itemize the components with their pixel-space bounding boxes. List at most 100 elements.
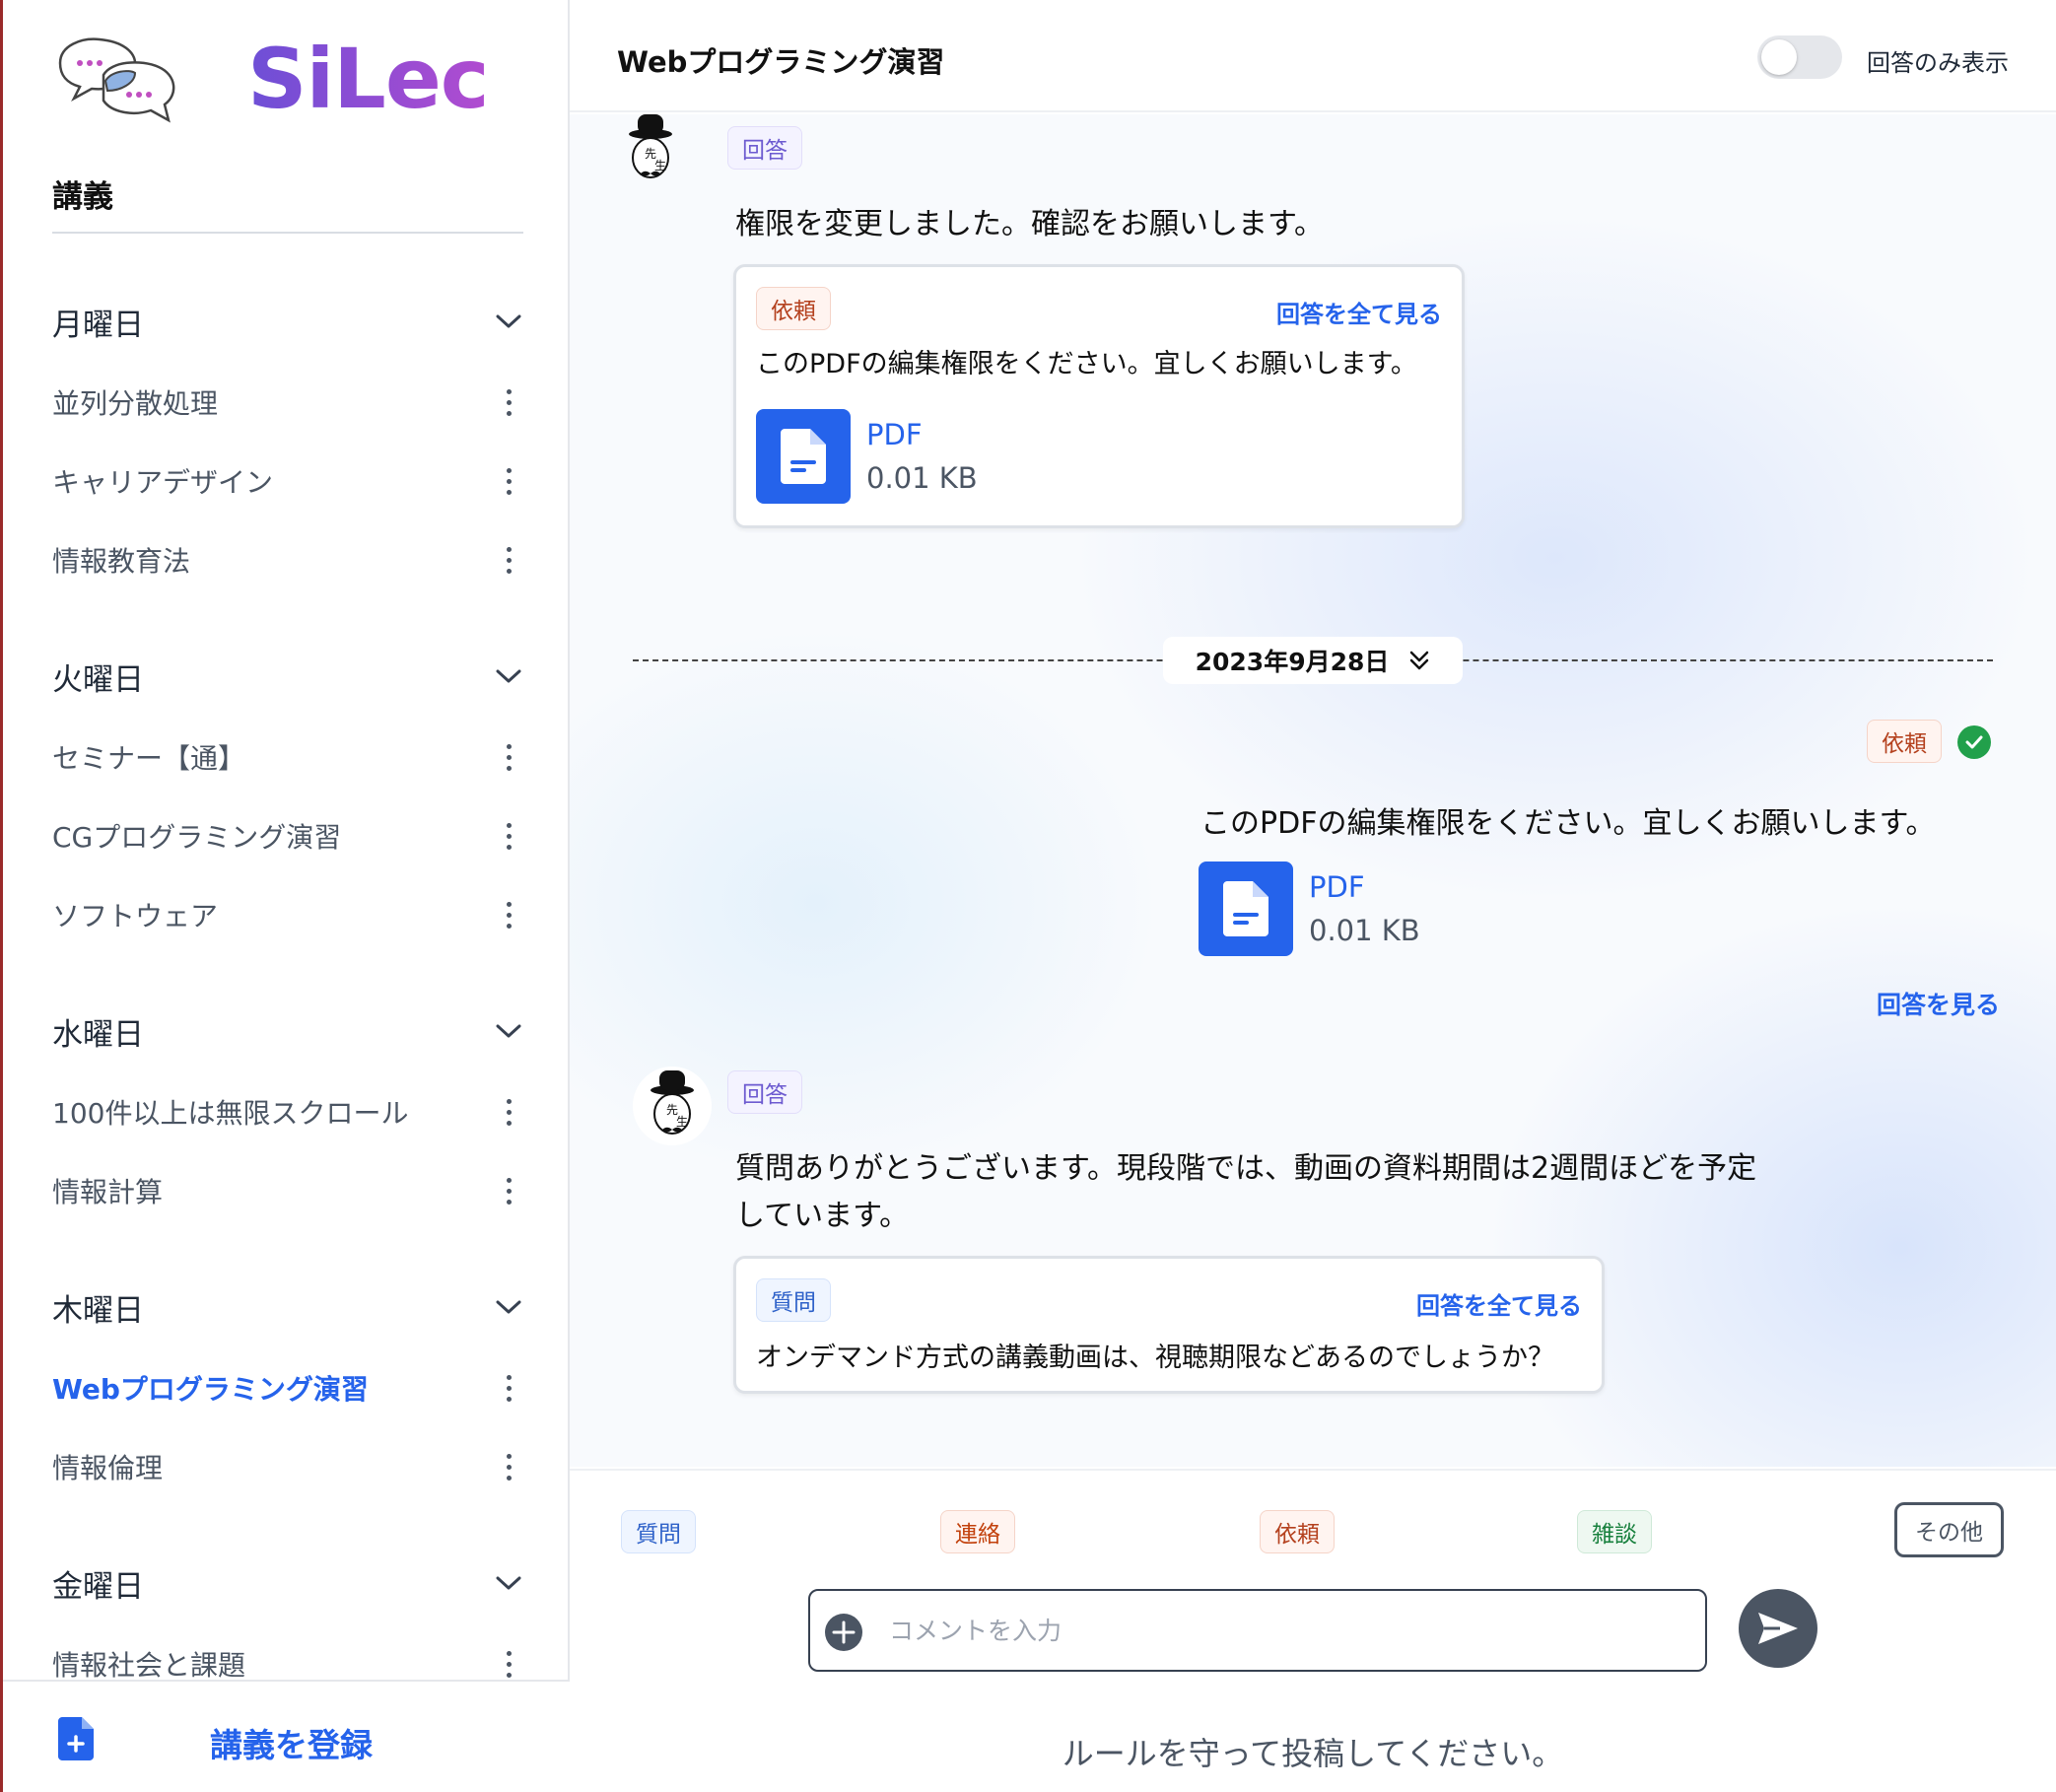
quoted-text: このPDFの編集権限をください。宜しくお願いします。 [756,349,1417,379]
kebab-menu-icon[interactable] [494,1447,523,1486]
course-item[interactable]: 情報教育法 [52,530,523,589]
kebab-menu-icon[interactable] [494,1092,523,1132]
course-label: 並列分散処理 [52,387,219,420]
app-root: SiLec 講義 月曜日 並列分散処理 キャリアデザイン 情報教育法 火曜日 セ… [0,0,2056,1792]
document-icon [756,409,851,504]
see-answers-link[interactable]: 回答を見る [1877,986,2000,1021]
day-header-tuesday[interactable]: 火曜日 [52,647,523,706]
course-label: CGプログラミング演習 [52,821,342,854]
quoted-text: オンデマンド方式の講義動画は、視聴期限などあるのでしょうか？ [756,1343,1554,1373]
kebab-menu-icon[interactable] [494,816,523,856]
course-item[interactable]: 100件以上は無限スクロール [52,1082,523,1141]
day-label: 水曜日 [52,1016,144,1053]
kebab-menu-icon[interactable] [494,895,523,934]
check-circle-icon [1957,725,1991,759]
chevron-down-icon[interactable] [494,1016,523,1046]
file-meta: PDF 0.01 KB [866,418,978,495]
course-label: 情報倫理 [52,1452,164,1484]
file-size: 0.01 KB [866,461,978,495]
course-label: 100件以上は無限スクロール [52,1097,409,1130]
section-title: 講義 [52,179,113,215]
day-header-monday[interactable]: 月曜日 [52,292,523,351]
plus-circle-icon[interactable] [824,1613,863,1652]
day-label: 木曜日 [52,1292,144,1329]
chevron-down-icon[interactable] [494,661,523,691]
course-item[interactable]: キャリアデザイン [52,451,523,511]
message-text: このPDFの編集権限をください。宜しくお願いします。 [1200,806,1936,841]
page-title: Webプログラミング演習 [617,45,945,79]
course-item[interactable]: ソフトウェア [52,885,523,944]
file-attachment[interactable]: PDF 0.01 KB [1199,862,1420,956]
chevron-down-icon[interactable] [494,1292,523,1322]
course-label: キャリアデザイン [52,466,274,499]
day-label: 火曜日 [52,661,144,698]
chevron-down-icon[interactable] [494,307,523,336]
kebab-menu-icon[interactable] [494,1171,523,1210]
message-text-line1: 質問ありがとうございます。現段階では、動画の資料期間は2週間ほどを予定 [735,1151,1757,1186]
speech-bubbles-logo[interactable] [52,34,180,128]
chevron-down-icon[interactable] [494,1568,523,1598]
message-feed[interactable]: 先 生 回答 権限を変更しました。確認をお願いします。 依頼 回答を全て見る こ… [570,114,2056,1467]
posting-rules-note: ルールを守って投稿してください。 [1062,1735,1564,1772]
request-tag: 依頼 [1867,720,1942,763]
kebab-menu-icon[interactable] [494,737,523,777]
teacher-avatar[interactable]: 先 生 [611,114,690,189]
main-panel: Webプログラミング演習 回答のみ表示 先 生 回答 権限を変更しました。確認を… [570,0,2056,1792]
course-label: セミナー【通】 [52,742,246,775]
composer: 質問 連絡 依頼 雑談 その他 ルールを守って投稿してください。 [570,1469,2056,1792]
day-header-thursday[interactable]: 木曜日 [52,1277,523,1337]
kebab-menu-icon[interactable] [494,382,523,422]
category-other-button[interactable]: その他 [1894,1502,2004,1557]
file-name[interactable]: PDF [866,418,978,451]
file-attachment[interactable]: PDF 0.01 KB [756,409,978,504]
course-item[interactable]: 情報倫理 [52,1437,523,1496]
course-label: 情報社会と課題 [52,1649,246,1682]
see-all-answers-link[interactable]: 回答を全て見る [1276,295,1442,329]
course-item[interactable]: 情報計算 [52,1161,523,1220]
file-meta: PDF 0.01 KB [1309,870,1420,947]
date-divider[interactable]: 2023年9月28日 [1163,637,1463,684]
date-label: 2023年9月28日 [1195,648,1390,676]
send-icon [1758,1613,1798,1644]
course-item[interactable]: 並列分散処理 [52,373,523,432]
kebab-menu-icon[interactable] [494,1644,523,1684]
day-header-friday[interactable]: 金曜日 [52,1553,523,1613]
course-label: 情報計算 [52,1176,164,1208]
category-request-button[interactable]: 依頼 [1260,1510,1335,1553]
category-chat-button[interactable]: 雑談 [1577,1510,1652,1553]
file-name[interactable]: PDF [1309,870,1420,904]
category-contact-button[interactable]: 連絡 [940,1510,1015,1553]
kebab-menu-icon[interactable] [494,1368,523,1408]
teacher-avatar[interactable]: 先 生 [633,1067,712,1145]
question-tag: 質問 [756,1278,831,1322]
answers-only-toggle[interactable] [1757,35,1842,79]
day-label: 金曜日 [52,1568,144,1605]
send-button[interactable] [1739,1589,1817,1668]
comment-input[interactable] [889,1601,1687,1660]
quoted-message[interactable]: 質問 回答を全て見る オンデマンド方式の講義動画は、視聴期限などあるのでしょうか… [733,1256,1605,1394]
quoted-message[interactable]: 依頼 回答を全て見る このPDFの編集権限をください。宜しくお願いします。 PD… [733,264,1465,528]
section-divider [52,232,523,234]
category-question-button[interactable]: 質問 [621,1510,696,1553]
kebab-menu-icon[interactable] [494,461,523,501]
course-item[interactable]: CGプログラミング演習 [52,806,523,865]
toggle-knob [1761,39,1797,75]
request-tag: 依頼 [756,287,831,330]
topbar: Webプログラミング演習 回答のみ表示 [570,0,2056,112]
comment-box [808,1589,1707,1672]
day-header-wednesday[interactable]: 水曜日 [52,1001,523,1061]
kebab-menu-icon[interactable] [494,540,523,580]
register-course-button[interactable]: 講義を登録 [3,1680,570,1792]
course-item-active[interactable]: Webプログラミング演習 [52,1358,523,1417]
answer-tag: 回答 [727,126,802,170]
see-all-answers-link[interactable]: 回答を全て見る [1416,1286,1582,1321]
double-chevron-down-icon [1410,651,1429,670]
sidebar: SiLec 講義 月曜日 並列分散処理 キャリアデザイン 情報教育法 火曜日 セ… [0,0,570,1792]
course-label: Webプログラミング演習 [52,1373,369,1406]
course-label: 情報教育法 [52,545,191,578]
message-text-line2: しています。 [735,1199,910,1233]
day-label: 月曜日 [52,307,144,343]
course-item[interactable]: セミナー【通】 [52,727,523,787]
file-size: 0.01 KB [1309,914,1420,947]
brand-name[interactable]: SiLec [247,34,490,125]
